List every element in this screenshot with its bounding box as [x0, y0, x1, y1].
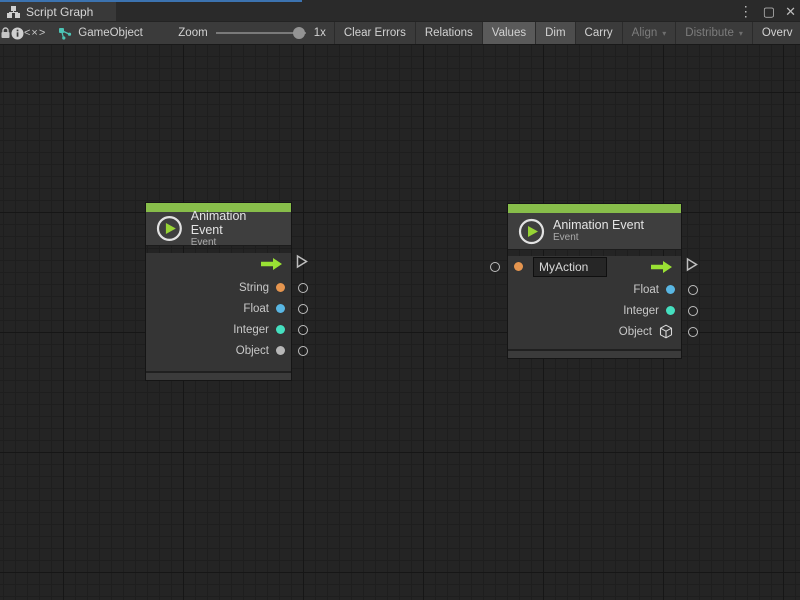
clear-errors-button[interactable]: Clear Errors: [334, 22, 415, 44]
graph-toolbar: <×> GameObject Zoom 1x Clear Errors Rela…: [0, 21, 800, 45]
object-output-row: Object: [146, 340, 291, 361]
zoom-slider[interactable]: [216, 22, 306, 44]
event-name-input-row: [508, 256, 681, 277]
chevron-down-icon: ▾: [739, 29, 743, 38]
gameobject-reference[interactable]: GameObject: [46, 22, 154, 44]
node-subtitle: Event: [553, 232, 644, 244]
flow-arrow-icon: [260, 257, 283, 271]
port-label: String: [239, 282, 269, 294]
port-label: Object: [236, 345, 269, 357]
integer-type-dot: [666, 306, 675, 315]
float-type-dot: [666, 285, 675, 294]
overview-button[interactable]: Overv: [752, 22, 800, 44]
align-dropdown[interactable]: Align ▾: [622, 22, 676, 44]
node-footer: [508, 349, 681, 358]
script-graph-asset-icon: [58, 27, 72, 40]
toolbar-buttons: Clear Errors Relations Values Dim Carry …: [334, 22, 800, 44]
close-icon[interactable]: ✕: [785, 2, 796, 21]
node-title: Animation Event: [191, 209, 281, 237]
node-header[interactable]: Animation Event Event: [508, 213, 681, 250]
node-header[interactable]: Animation Event Event: [146, 212, 291, 246]
object-output-row: Object: [508, 321, 681, 342]
cube-icon: [659, 324, 673, 339]
string-output-row: String: [146, 277, 291, 298]
string-output-port[interactable]: [298, 283, 308, 293]
window-menu-icon[interactable]: ⋮: [739, 2, 753, 21]
node-subtitle: Event: [191, 237, 281, 249]
flow-arrow-icon: [650, 260, 673, 274]
integer-output-port[interactable]: [298, 325, 308, 335]
window-tab-bar: Script Graph ⋮ ▢ ✕: [0, 0, 800, 21]
float-output-row: Float: [508, 279, 681, 300]
event-name-field[interactable]: [533, 257, 607, 277]
relations-button[interactable]: Relations: [415, 22, 482, 44]
zoom-value: 1x: [314, 27, 326, 39]
zoom-slider-handle[interactable]: [293, 27, 305, 39]
port-label: Integer: [623, 305, 659, 317]
zoom-control: Zoom 1x: [154, 22, 330, 44]
flow-output-port[interactable]: [296, 254, 308, 273]
flow-output-row: [146, 253, 291, 274]
object-type-dot: [276, 346, 285, 355]
name-input-port[interactable]: [490, 262, 500, 272]
string-type-dot: [514, 262, 523, 271]
chevron-down-icon: ▾: [662, 29, 666, 38]
node-animation-event-2[interactable]: Animation Event Event Float: [508, 204, 681, 358]
node-animation-event-1[interactable]: Animation Event Event String Float: [146, 203, 291, 380]
object-output-port[interactable]: [298, 346, 308, 356]
align-label: Align: [632, 27, 658, 39]
lock-icon[interactable]: [0, 22, 11, 44]
integer-output-row: Integer: [508, 300, 681, 321]
port-label: Object: [619, 326, 652, 338]
info-icon[interactable]: [11, 22, 24, 44]
integer-output-row: Integer: [146, 319, 291, 340]
gameobject-label: GameObject: [78, 27, 143, 39]
float-output-row: Float: [146, 298, 291, 319]
graph-canvas[interactable]: Animation Event Event String Float: [0, 45, 800, 600]
values-toggle[interactable]: Values: [482, 22, 535, 44]
port-label: Float: [243, 303, 269, 315]
float-output-port[interactable]: [688, 285, 698, 295]
carry-toggle[interactable]: Carry: [575, 22, 622, 44]
object-output-port[interactable]: [688, 327, 698, 337]
port-label: Integer: [233, 324, 269, 336]
integer-output-port[interactable]: [688, 306, 698, 316]
distribute-dropdown[interactable]: Distribute ▾: [675, 22, 752, 44]
script-graph-tab-icon: [7, 6, 20, 18]
zoom-label: Zoom: [178, 27, 207, 39]
dim-toggle[interactable]: Dim: [535, 22, 574, 44]
maximize-icon[interactable]: ▢: [763, 2, 775, 21]
node-footer: [146, 371, 291, 380]
tab-script-graph[interactable]: Script Graph: [0, 2, 116, 21]
flow-output-port[interactable]: [686, 257, 698, 276]
tab-title: Script Graph: [26, 5, 93, 19]
play-icon: [156, 215, 183, 242]
float-type-dot: [276, 304, 285, 313]
node-title: Animation Event: [553, 218, 644, 232]
integer-type-dot: [276, 325, 285, 334]
distribute-label: Distribute: [685, 27, 734, 39]
play-icon: [518, 218, 545, 245]
code-brackets-icon[interactable]: <×>: [24, 22, 46, 44]
float-output-port[interactable]: [298, 304, 308, 314]
port-label: Float: [633, 284, 659, 296]
node-accent-bar: [508, 204, 681, 213]
string-type-dot: [276, 283, 285, 292]
